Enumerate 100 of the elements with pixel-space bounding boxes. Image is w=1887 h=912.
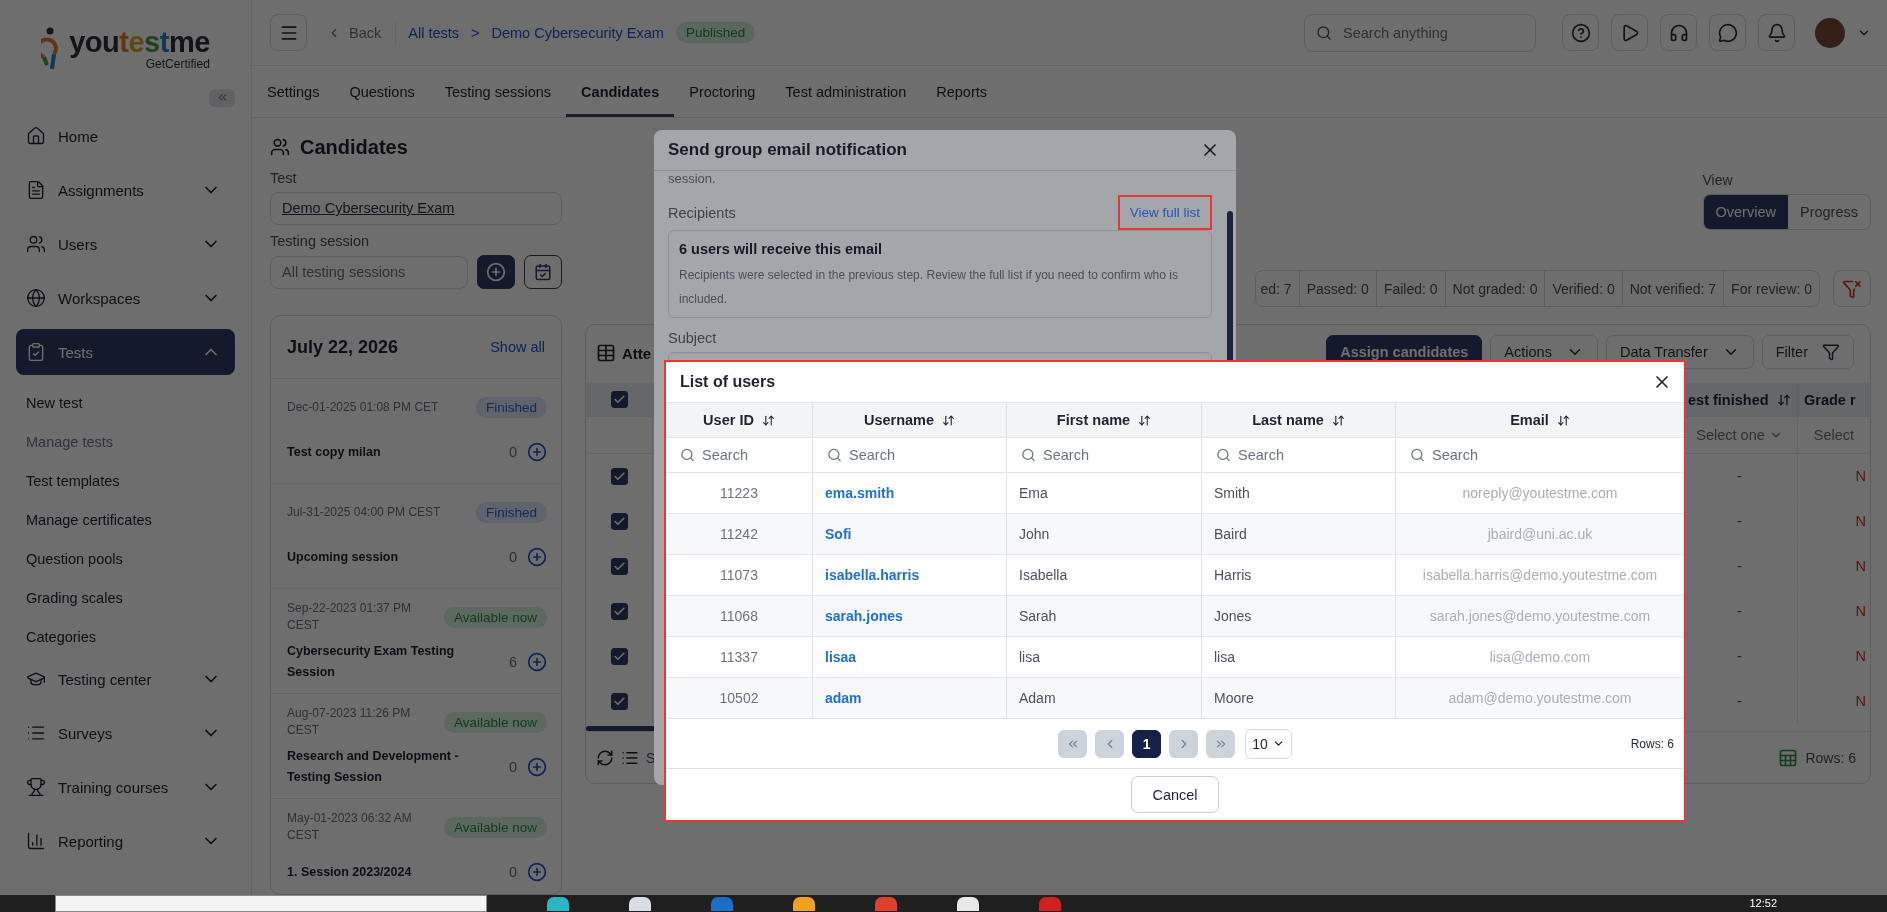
username-link[interactable]: isabella.harris <box>825 567 920 583</box>
refresh-icon[interactable] <box>596 748 614 767</box>
search-field[interactable]: Search <box>666 438 812 472</box>
sidebar-item[interactable]: Tests <box>16 329 235 375</box>
tab[interactable]: Testing sessions <box>429 66 567 117</box>
stat-count[interactable]: Not graded: 0 <box>1444 271 1545 306</box>
session-name[interactable]: Test copy milan <box>287 441 472 463</box>
app-icon[interactable] <box>547 896 569 911</box>
username-link[interactable]: ema.smith <box>825 485 895 501</box>
column-filter-select[interactable]: Select <box>1813 427 1855 443</box>
tab[interactable]: Candidates <box>566 66 675 117</box>
stat-count[interactable]: Not verified: 7 <box>1621 271 1724 306</box>
stat-count[interactable]: Failed: 0 <box>1375 271 1445 306</box>
calendar-button[interactable] <box>524 255 562 289</box>
play-button[interactable] <box>1611 14 1648 51</box>
user-avatar[interactable] <box>1815 17 1845 48</box>
session-select-field[interactable]: All testing sessions <box>270 255 468 289</box>
column-header[interactable]: Email <box>1396 403 1684 437</box>
sidebar-item[interactable]: Home <box>16 113 235 159</box>
notifications-button[interactable] <box>1758 14 1795 51</box>
show-all-link[interactable]: Show all <box>490 339 545 355</box>
stat-count[interactable]: For review: 0 <box>1723 271 1819 306</box>
row-checkbox[interactable] <box>610 512 628 530</box>
session-name[interactable]: Research and Development - Testing Session <box>287 746 472 788</box>
cancel-button[interactable]: Cancel <box>1131 776 1219 813</box>
toolbar-button[interactable]: Filter <box>1761 335 1854 369</box>
tab[interactable]: Settings <box>252 66 335 117</box>
clear-filter-button[interactable] <box>1833 270 1871 307</box>
menu-button[interactable] <box>270 14 307 51</box>
spreadsheet-icon[interactable] <box>1778 747 1799 768</box>
row-checkbox[interactable] <box>610 692 628 710</box>
stat-count[interactable]: ed: 7 <box>1256 271 1299 306</box>
column-filter-select[interactable]: Select one <box>1696 427 1783 443</box>
session-name[interactable]: 1. Session 2023/2024 <box>287 861 472 883</box>
summary-title: 6 users will receive this email <box>679 241 884 257</box>
sidebar-subitem[interactable]: Question pools <box>16 539 235 578</box>
tab[interactable]: Proctoring <box>674 66 771 117</box>
first-page-button[interactable] <box>1058 729 1088 758</box>
tab[interactable]: Reports <box>921 66 1003 117</box>
sidebar-item[interactable]: Reporting <box>16 818 235 864</box>
session-name[interactable]: Cybersecurity Exam Testing Session <box>287 641 472 683</box>
username-link[interactable]: sarah.jones <box>825 608 903 624</box>
select-all-checkbox[interactable] <box>610 391 628 408</box>
username-link[interactable]: Sofi <box>825 526 852 542</box>
search-field[interactable]: Search <box>813 438 1006 472</box>
sidebar-item[interactable]: Surveys <box>16 710 235 756</box>
search-icon <box>1021 447 1036 463</box>
username-link[interactable]: lisaa <box>825 649 857 665</box>
row-checkbox[interactable] <box>610 557 628 575</box>
sidebar-subitem[interactable]: Manage tests <box>16 422 235 461</box>
breadcrumb-link[interactable]: All tests <box>408 24 459 41</box>
plus-circle-icon <box>486 262 506 282</box>
sidebar-item[interactable]: Training courses <box>16 764 235 810</box>
back-link[interactable]: Back <box>319 20 397 45</box>
plus-circle-icon[interactable] <box>527 757 547 777</box>
row-checkbox[interactable] <box>610 467 628 485</box>
breadcrumb-link[interactable]: Demo Cybersecurity Exam <box>491 24 664 41</box>
sidebar-item[interactable]: Workspaces <box>16 275 235 321</box>
row-checkbox[interactable] <box>610 647 628 665</box>
plus-circle-icon[interactable] <box>527 442 547 462</box>
help-button[interactable] <box>1562 14 1599 51</box>
stat-count[interactable]: Passed: 0 <box>1298 271 1376 306</box>
sidebar-item[interactable]: Testing center <box>16 656 235 702</box>
plus-circle-icon[interactable] <box>527 652 547 672</box>
test-link-field[interactable]: Demo Cybersecurity Exam <box>270 192 562 225</box>
plus-circle-icon[interactable] <box>527 862 547 882</box>
view-full-list-link[interactable]: View full list <box>1117 195 1212 230</box>
chat-button[interactable] <box>1709 14 1746 51</box>
page-button[interactable]: 1 <box>1132 729 1162 758</box>
search-field[interactable]: Search <box>1396 438 1684 472</box>
sidebar-item[interactable]: Assignments <box>16 167 235 213</box>
sidebar-subitem[interactable]: New test <box>16 383 235 422</box>
view-toggle-option[interactable]: Overview <box>1703 195 1788 229</box>
add-button[interactable] <box>477 255 515 289</box>
sidebar-subitem[interactable]: Test templates <box>16 461 235 500</box>
sidebar-subitem[interactable]: Grading scales <box>16 578 235 617</box>
last-page-button[interactable] <box>1206 729 1236 758</box>
collapse-sidebar-button[interactable] <box>209 88 235 107</box>
column-header[interactable]: est finished <box>1682 391 1791 408</box>
row-checkbox[interactable] <box>610 602 628 620</box>
plus-circle-icon[interactable] <box>527 547 547 567</box>
headset-button[interactable] <box>1660 14 1697 51</box>
stat-count[interactable]: Verified: 0 <box>1544 271 1622 306</box>
sidebar-subitem[interactable]: Manage certificates <box>16 500 235 539</box>
session-name[interactable]: Upcoming session <box>287 546 472 568</box>
search-field[interactable]: Search <box>1007 438 1201 472</box>
search-field[interactable]: Search <box>1202 438 1395 472</box>
app-icon[interactable] <box>957 896 979 911</box>
app-icon[interactable] <box>629 896 651 911</box>
tab[interactable]: Test administration <box>770 66 922 117</box>
sidebar-subitem[interactable]: Categories <box>16 617 235 656</box>
app-icon[interactable] <box>793 896 815 911</box>
page-size-select[interactable]: 10 <box>1245 728 1292 759</box>
tab[interactable]: Questions <box>334 66 430 117</box>
taskbar-search-field[interactable] <box>55 895 487 912</box>
sidebar-item[interactable]: Users <box>16 221 235 267</box>
search-field[interactable]: Search anything <box>1304 13 1536 52</box>
column-header[interactable]: Grade r <box>1798 391 1856 408</box>
checkmark-icon <box>612 393 626 406</box>
username-link[interactable]: adam <box>825 690 862 706</box>
